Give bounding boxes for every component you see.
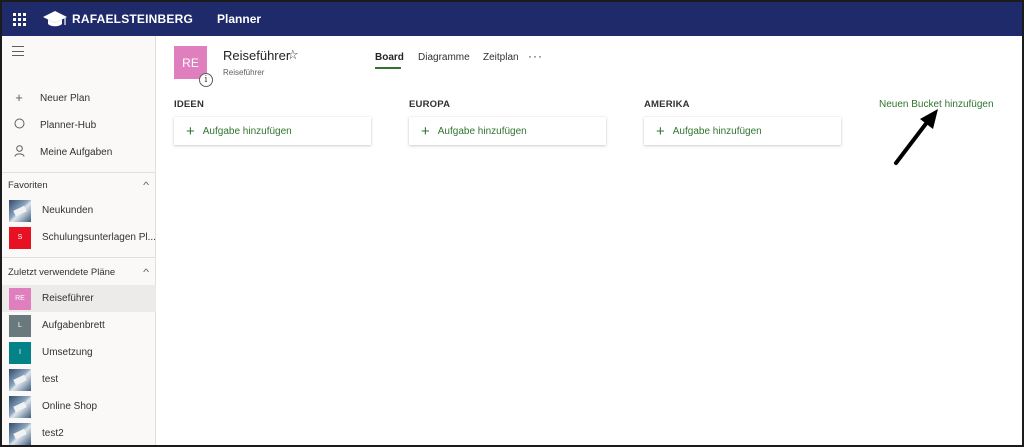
more-options-icon[interactable]: ··· xyxy=(528,49,543,63)
plan-photo-tile xyxy=(9,422,31,445)
app-name[interactable]: Planner xyxy=(217,12,261,26)
hamburger-menu-icon[interactable] xyxy=(12,46,24,56)
plan-name: Aufgabenbrett xyxy=(42,320,105,331)
add-task-button[interactable]: + Aufgabe hinzufügen xyxy=(174,117,371,145)
plan-tile: I xyxy=(9,341,31,364)
top-bar: RAFAELSTEINBERG Planner xyxy=(2,2,1022,36)
sidebar-item-label: Neuer Plan xyxy=(40,92,91,104)
sidebar-item-label: Meine Aufgaben xyxy=(40,146,113,158)
recent-title: Zuletzt verwendete Pläne xyxy=(8,266,116,278)
plan-tile: S xyxy=(9,226,31,249)
sidebar-plan-neukunden[interactable]: Neukunden xyxy=(2,197,156,224)
plan-name: Neukunden xyxy=(42,205,94,216)
sidebar-plan-online-shop[interactable]: Online Shop xyxy=(2,393,156,420)
add-task-label: Aufgabe hinzufügen xyxy=(437,125,527,137)
sidebar-plan-test[interactable]: test xyxy=(2,366,156,393)
favorites-section-header[interactable]: Favoriten ^ xyxy=(2,174,156,196)
add-task-label: Aufgabe hinzufügen xyxy=(672,125,762,137)
sidebar-divider xyxy=(2,172,156,173)
bucket-title[interactable]: AMERIKA xyxy=(644,99,690,110)
plan-name: test2 xyxy=(42,428,64,439)
tab-board[interactable]: Board xyxy=(375,52,404,63)
sidebar-divider xyxy=(2,257,156,258)
plan-group-name[interactable]: Reiseführer xyxy=(223,68,264,77)
active-tab-indicator xyxy=(375,67,401,69)
plus-icon: + xyxy=(186,122,195,140)
recent-section-header[interactable]: Zuletzt verwendete Pläne ^ xyxy=(2,261,156,283)
plan-tile: L xyxy=(9,314,31,337)
plan-photo-tile xyxy=(9,199,31,222)
bucket-title[interactable]: IDEEN xyxy=(174,99,204,110)
bucket-title[interactable]: EUROPA xyxy=(409,99,450,110)
app-frame: RAFAELSTEINBERG Planner + Neuer Plan Pla… xyxy=(0,0,1024,447)
plan-name: Reiseführer xyxy=(42,293,94,304)
chevron-up-icon[interactable]: ^ xyxy=(143,180,149,190)
sidebar-item-my-tasks[interactable]: Meine Aufgaben xyxy=(2,139,156,165)
sidebar-item-label: Planner-Hub xyxy=(40,119,97,131)
plan-title[interactable]: Reiseführer xyxy=(223,48,290,63)
sidebar: + Neuer Plan Planner-Hub Meine Aufgaben … xyxy=(2,36,156,445)
tab-schedule[interactable]: Zeitplan xyxy=(483,52,519,63)
waffle-icon xyxy=(12,12,26,26)
plan-name: Online Shop xyxy=(42,401,98,412)
app-launcher-button[interactable] xyxy=(2,2,36,36)
brand[interactable]: RAFAELSTEINBERG xyxy=(42,9,193,29)
sidebar-plan-aufgabenbrett[interactable]: L Aufgabenbrett xyxy=(2,312,156,339)
sidebar-plan-schulungsunterlagen[interactable]: S Schulungsunterlagen Pl... xyxy=(2,224,156,251)
sidebar-plan-test2[interactable]: test2 xyxy=(2,420,156,445)
tab-charts[interactable]: Diagramme xyxy=(418,52,470,63)
person-icon xyxy=(12,144,26,160)
info-icon[interactable]: i xyxy=(199,73,213,87)
add-task-label: Aufgabe hinzufügen xyxy=(202,125,292,137)
add-task-button[interactable]: + Aufgabe hinzufügen xyxy=(409,117,606,145)
brand-name: RAFAELSTEINBERG xyxy=(72,12,194,26)
plan-tile: RE xyxy=(9,287,31,310)
sidebar-plan-umsetzung[interactable]: I Umsetzung xyxy=(2,339,156,366)
favorites-title: Favoriten xyxy=(8,179,48,191)
plus-icon: + xyxy=(656,122,665,140)
graduation-cap-icon xyxy=(43,11,67,27)
sidebar-plan-reisefuehrer[interactable]: RE Reiseführer xyxy=(2,285,156,312)
sidebar-item-planner-hub[interactable]: Planner-Hub xyxy=(2,112,156,138)
plan-name: Umsetzung xyxy=(42,347,93,358)
circle-icon xyxy=(12,118,26,132)
add-task-button[interactable]: + Aufgabe hinzufügen xyxy=(644,117,841,145)
plus-icon: + xyxy=(15,90,23,105)
plan-photo-tile xyxy=(9,395,31,418)
sidebar-item-new-plan[interactable]: + Neuer Plan xyxy=(2,85,156,111)
plus-icon: + xyxy=(421,122,430,140)
plan-name: Schulungsunterlagen Pl... xyxy=(42,232,156,243)
plan-name: test xyxy=(42,374,59,385)
arrow-annotation-icon xyxy=(894,109,938,165)
chevron-up-icon[interactable]: ^ xyxy=(143,267,149,277)
favorite-star-icon[interactable]: ☆ xyxy=(287,47,299,63)
plan-photo-tile xyxy=(9,368,31,391)
